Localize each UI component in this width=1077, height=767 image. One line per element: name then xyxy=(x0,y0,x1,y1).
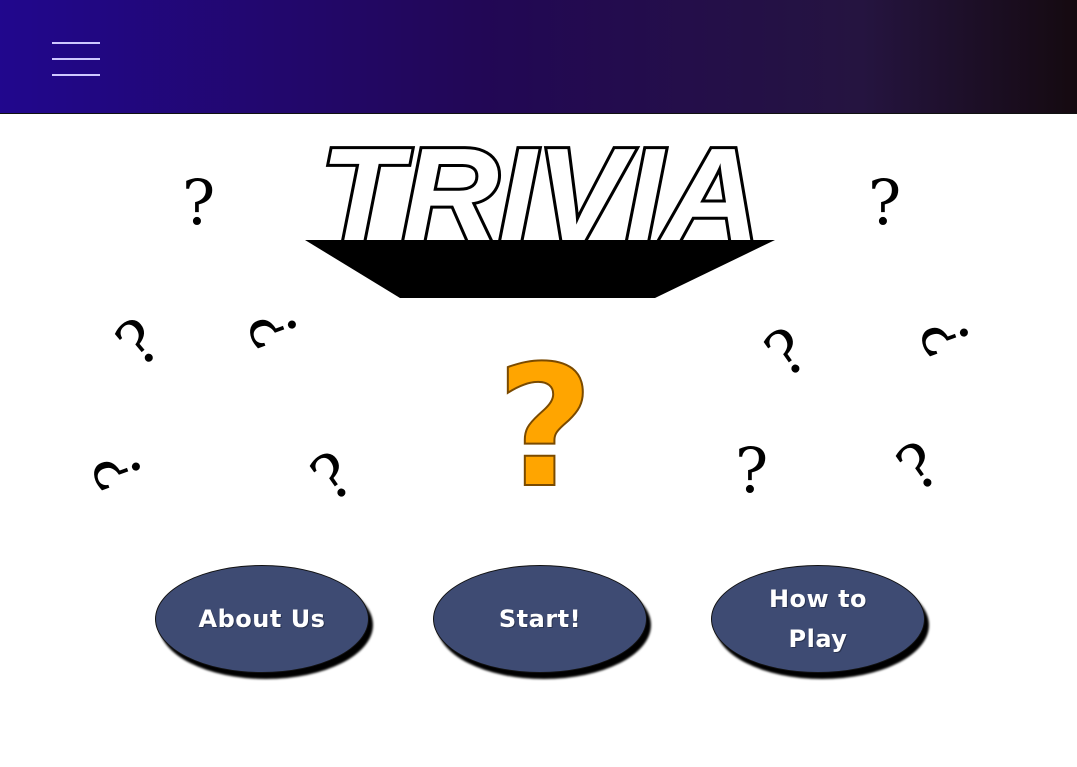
logo-text: TRIVIA xyxy=(320,130,760,268)
question-mark-icon: ? xyxy=(735,434,769,507)
question-mark-icon: ? xyxy=(906,309,987,366)
start-label: Start! xyxy=(498,605,582,633)
menu-line xyxy=(52,42,100,44)
question-mark-icon: ? xyxy=(868,166,902,239)
menu-line xyxy=(52,58,100,60)
question-mark-icon: ? xyxy=(751,313,821,393)
orange-question-mark-icon: ? xyxy=(495,340,594,505)
top-header xyxy=(0,0,1077,113)
question-mark-icon: ? xyxy=(883,427,953,507)
question-mark-icon: ? xyxy=(78,443,159,500)
about-us-label: About Us xyxy=(198,605,326,633)
hamburger-menu-icon[interactable] xyxy=(52,40,102,80)
about-us-button[interactable]: About Us xyxy=(155,565,369,673)
trivia-logo: TRIVIA xyxy=(305,130,775,298)
start-button[interactable]: Start! xyxy=(433,565,647,673)
how-to-play-label: How to Play xyxy=(768,585,868,653)
question-mark-icon: ? xyxy=(234,301,315,358)
question-mark-icon: ? xyxy=(102,303,175,382)
how-to-play-button[interactable]: How to Play xyxy=(711,565,925,673)
orange-question-mark-glyph: ? xyxy=(496,340,593,505)
question-mark-icon: ? xyxy=(182,166,216,239)
question-mark-icon: ? xyxy=(297,437,367,517)
menu-line xyxy=(52,74,100,76)
